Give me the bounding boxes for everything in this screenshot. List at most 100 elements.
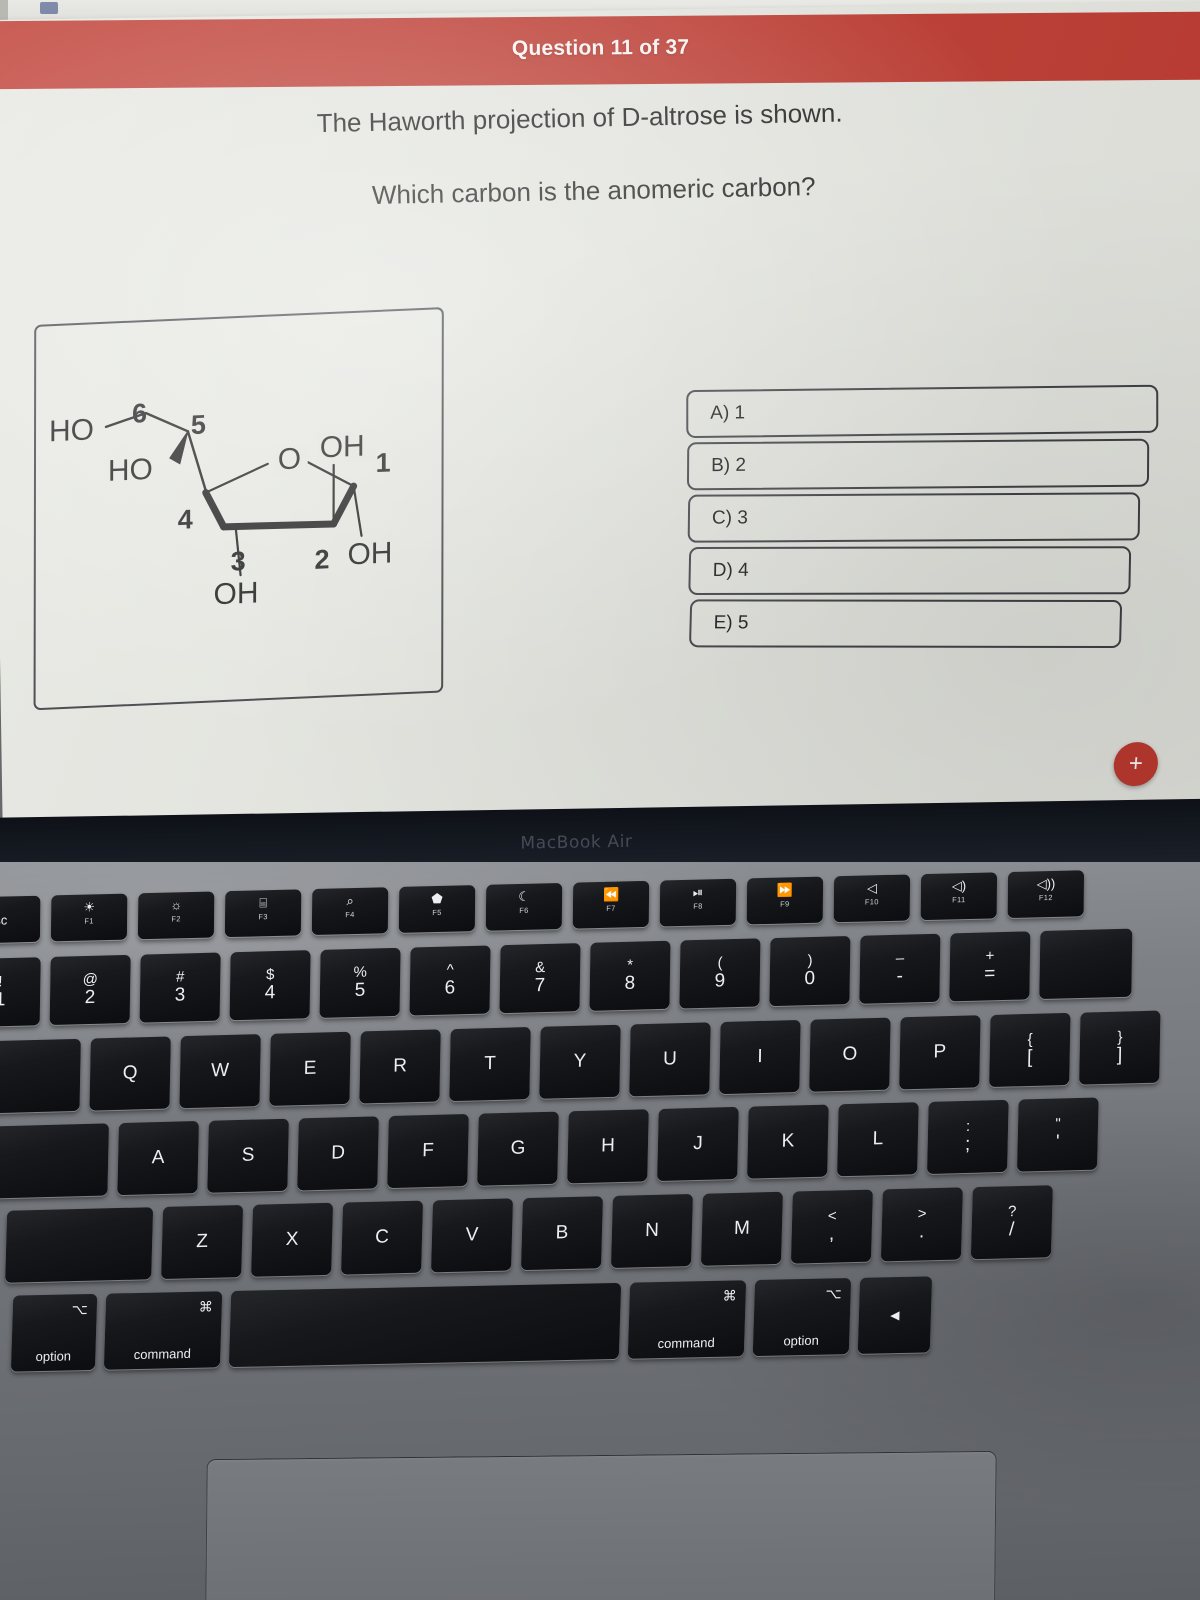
key-tab[interactable]	[0, 1038, 81, 1114]
key-comma-shift-label: <	[827, 1207, 837, 1225]
key-b[interactable]: B	[520, 1196, 603, 1271]
key-l[interactable]: L	[837, 1102, 919, 1177]
key-9[interactable]: (9	[679, 938, 761, 1009]
key-command-left[interactable]: ⌘ command	[103, 1291, 223, 1370]
key-delete[interactable]	[1039, 928, 1133, 1000]
key-bracket-right[interactable]: }]	[1079, 1010, 1161, 1085]
key-f10[interactable]: ◁ F10	[833, 874, 911, 923]
svg-text:OH: OH	[347, 536, 392, 571]
key-p[interactable]: P	[899, 1015, 981, 1090]
key-1[interactable]: ! 1	[0, 957, 41, 1028]
key-6[interactable]: ^ 6	[409, 945, 491, 1016]
key-f9[interactable]: ⏩ F9	[746, 876, 824, 925]
key-a[interactable]: A	[117, 1121, 199, 1196]
key-y[interactable]: Y	[539, 1024, 621, 1099]
key-comma-label: ,	[828, 1223, 835, 1245]
key-5[interactable]: % 5	[319, 947, 401, 1018]
key-h[interactable]: H	[567, 1109, 649, 1184]
answer-option-c[interactable]: C) 3	[687, 492, 1141, 543]
key-f4[interactable]: ⌕ F4	[311, 887, 389, 936]
key-f12[interactable]: ◁)) F12	[1007, 870, 1085, 919]
key-8[interactable]: * 8	[589, 940, 671, 1011]
question-counter: Question 11 of 37	[511, 35, 690, 61]
key-f6[interactable]: ☾ F6	[485, 882, 563, 931]
key-c[interactable]: C	[341, 1200, 424, 1275]
quiz-header-bar: Question 11 of 37	[0, 11, 1200, 90]
key-esc[interactable]: esc	[0, 895, 41, 944]
key-2[interactable]: @2	[49, 954, 131, 1026]
key-semicolon[interactable]: :;	[927, 1099, 1009, 1174]
answer-option-e[interactable]: E) 5	[688, 599, 1123, 649]
key-period-shift-label: >	[917, 1205, 927, 1223]
key-k[interactable]: K	[747, 1104, 829, 1179]
keyboard: esc ☀ F1 ☼ F2 ⌸ F3 ⌕ F4 ⬟ F5 ☾ F6 ⏪ F7 ⏯ F8 ⏩ F9 ◁ F10 ◁) F11 ◁…	[0, 862, 1200, 1422]
svg-text:O: O	[278, 442, 301, 476]
key-4[interactable]: $4	[229, 950, 311, 1021]
key-=[interactable]: + =	[949, 931, 1031, 1002]
key-space[interactable]	[228, 1282, 622, 1368]
answer-option-a[interactable]: A) 1	[686, 384, 1159, 439]
key-o[interactable]: O	[809, 1017, 891, 1092]
key-w[interactable]: W	[179, 1034, 261, 1109]
key-5-label: 5	[354, 979, 366, 1001]
key-option-left[interactable]: ⌥ option	[10, 1293, 98, 1372]
key-option-right[interactable]: ⌥ option	[752, 1278, 852, 1357]
question-prompt: The Haworth projection of D-altrose is s…	[0, 93, 1193, 216]
key-f11[interactable]: ◁) F11	[920, 872, 998, 921]
key-s-label: S	[241, 1144, 255, 1166]
carbon-label-1: 1	[375, 447, 391, 479]
key-m[interactable]: M	[700, 1191, 783, 1266]
key-x[interactable]: X	[251, 1202, 334, 1277]
key-d[interactable]: D	[297, 1116, 379, 1191]
key-f5[interactable]: ⬟ F5	[398, 885, 476, 933]
key-f[interactable]: F	[387, 1113, 469, 1189]
key-f8[interactable]: ⏯ F8	[659, 878, 737, 927]
key-comma[interactable]: <,	[790, 1189, 873, 1264]
key-3[interactable]: #3	[139, 952, 221, 1023]
add-floating-action-button[interactable]: +	[1112, 741, 1160, 787]
key-t[interactable]: T	[449, 1027, 531, 1102]
key-arrow-left[interactable]: ◀	[857, 1276, 933, 1354]
key-u[interactable]: U	[629, 1022, 711, 1097]
key-caps-lock[interactable]	[0, 1123, 109, 1199]
key--[interactable]: – -	[859, 933, 941, 1004]
key-slash[interactable]: ? /	[970, 1185, 1053, 1260]
trackpad[interactable]	[203, 1450, 997, 1600]
key-i[interactable]: I	[719, 1019, 801, 1095]
answer-option-b[interactable]: B) 2	[686, 438, 1150, 491]
key-option-left-symbol: ⌥	[71, 1301, 89, 1318]
svg-text:HO: HO	[108, 453, 153, 488]
key-=-label: =	[984, 963, 996, 985]
key-quote[interactable]: " '	[1017, 1097, 1099, 1172]
macbook-air-label: MacBook Air	[520, 831, 633, 854]
key-r[interactable]: R	[359, 1029, 441, 1104]
key-z[interactable]: Z	[161, 1204, 244, 1280]
key-e[interactable]: E	[269, 1031, 351, 1106]
key-command-right[interactable]: ⌘ command	[627, 1280, 747, 1359]
key-period[interactable]: >.	[880, 1187, 963, 1262]
key-f2[interactable]: ☼ F2	[137, 891, 215, 940]
key-7[interactable]: & 7	[499, 943, 581, 1014]
key-s[interactable]: S	[207, 1118, 289, 1193]
key-0-label: 0	[804, 967, 816, 990]
key-n[interactable]: N	[610, 1193, 693, 1269]
answer-option-d[interactable]: D) 4	[688, 546, 1132, 596]
key-b-label: B	[555, 1222, 569, 1244]
key-shift-left[interactable]	[5, 1207, 154, 1283]
key-n-label: N	[644, 1219, 660, 1242]
key-bracket-left[interactable]: {[	[989, 1012, 1071, 1088]
key-g[interactable]: G	[477, 1111, 559, 1186]
key-4-shift-label: $	[265, 966, 275, 984]
key-j[interactable]: J	[657, 1106, 739, 1182]
key-8-label: 8	[624, 972, 636, 994]
key-0[interactable]: ) 0	[769, 936, 851, 1007]
volume-down-icon: ◁)	[951, 878, 967, 894]
key---shift-label: –	[895, 949, 905, 967]
key-v[interactable]: V	[431, 1198, 514, 1273]
key-f7[interactable]: ⏪ F7	[572, 880, 650, 929]
key-period-label: .	[918, 1221, 925, 1243]
key-f1[interactable]: ☀ F1	[50, 893, 128, 942]
key-q[interactable]: Q	[89, 1036, 171, 1111]
carbon-label-6: 6	[131, 398, 148, 429]
key-f3[interactable]: ⌸ F3	[224, 889, 302, 938]
